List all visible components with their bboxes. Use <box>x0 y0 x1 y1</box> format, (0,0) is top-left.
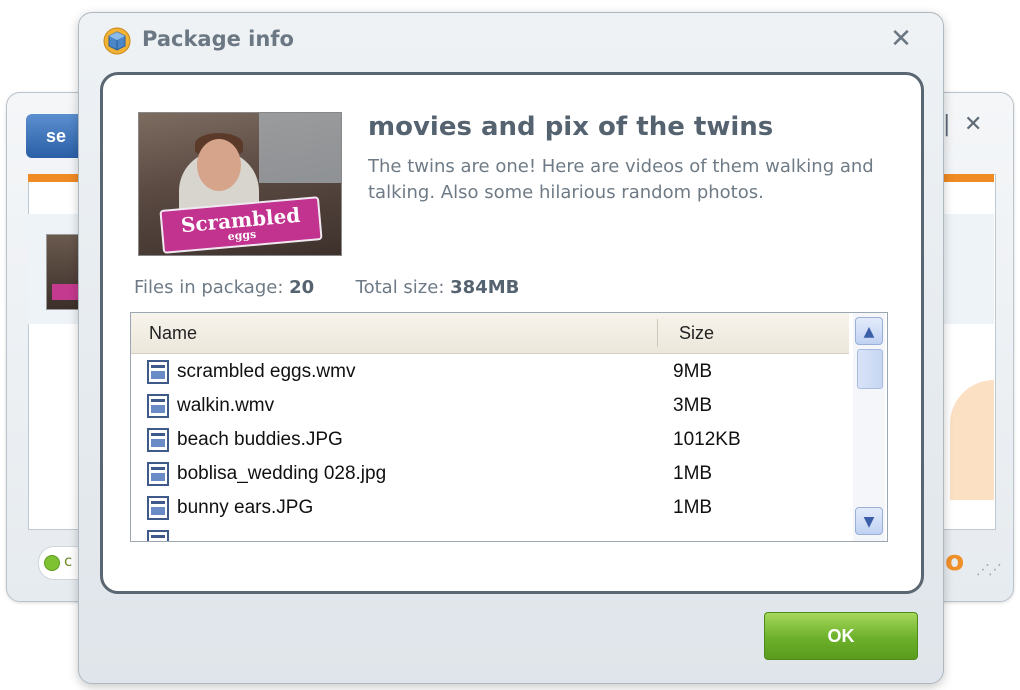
media-file-icon <box>147 428 169 452</box>
file-list-scrollbar[interactable]: ▲ ▼ <box>853 313 885 541</box>
status-dot-icon <box>44 555 60 571</box>
file-size: 1012KB <box>673 429 741 450</box>
media-file-icon <box>147 394 169 418</box>
scrollbar-thumb[interactable] <box>857 349 883 389</box>
total-size-label: Total size: <box>355 277 445 298</box>
file-row[interactable]: bunny ears.JPG 1MB <box>131 491 849 525</box>
file-name: boblisa_wedding 028.jpg <box>177 463 387 484</box>
file-row[interactable]: boblisa_wedding 028.jpg 1MB <box>131 457 849 491</box>
file-size: 9MB <box>673 361 713 382</box>
media-file-icon <box>147 360 169 384</box>
column-divider[interactable] <box>657 319 658 347</box>
file-name: scrambled eggs.wmv <box>177 361 356 382</box>
column-header-size[interactable]: Size <box>679 323 714 344</box>
file-list-header: Name Size <box>131 313 849 354</box>
column-header-name[interactable]: Name <box>149 323 197 344</box>
package-description: The twins are one! Here are videos of th… <box>368 156 874 203</box>
ok-button[interactable]: OK <box>764 612 918 660</box>
file-name: bunny ears.JPG <box>177 497 314 518</box>
file-row[interactable]: walkin.wmv 3MB <box>131 389 849 423</box>
media-file-icon <box>147 462 169 486</box>
background-thumbnail-label <box>52 284 80 300</box>
file-row[interactable]: scrambled eggs.wmv 9MB <box>131 355 849 389</box>
background-minimize-icon[interactable]: | <box>943 112 950 137</box>
package-title: movies and pix of the twins <box>368 112 774 142</box>
files-count-value: 20 <box>289 277 315 298</box>
package-thumbnail: Scrambled eggs <box>138 112 342 256</box>
close-icon[interactable]: ✕ <box>888 26 914 52</box>
dialog-title: Package info <box>142 27 294 51</box>
media-file-icon <box>147 496 169 520</box>
media-file-icon <box>147 530 169 541</box>
file-size: 1MB <box>673 463 713 484</box>
package-icon <box>103 27 131 55</box>
file-size: 3MB <box>673 395 713 416</box>
total-size-value: 384MB <box>450 277 520 298</box>
file-row-partial[interactable] <box>131 525 849 541</box>
background-close-icon[interactable]: ✕ <box>964 112 982 137</box>
chevron-down-icon[interactable]: ▼ <box>855 507 883 535</box>
package-stats: Files in package: 20 Total size: 384MB <box>134 277 519 298</box>
background-tab[interactable]: se <box>26 114 86 158</box>
files-count-label: Files in package: <box>134 277 284 298</box>
file-row[interactable]: beach buddies.JPG 1012KB <box>131 423 849 457</box>
file-name: beach buddies.JPG <box>177 429 343 450</box>
chevron-up-icon[interactable]: ▲ <box>855 317 883 345</box>
background-status-text: c <box>64 552 73 570</box>
file-name: walkin.wmv <box>177 395 275 416</box>
file-list[interactable]: Name Size scrambled eggs.wmv 9MB walkin.… <box>130 312 888 542</box>
background-brand-text: o <box>945 544 965 577</box>
resize-grip-icon[interactable]: ⋰⋰ <box>976 562 1002 578</box>
file-size: 1MB <box>673 497 713 518</box>
file-list-rows: scrambled eggs.wmv 9MB walkin.wmv 3MB be… <box>131 355 849 541</box>
